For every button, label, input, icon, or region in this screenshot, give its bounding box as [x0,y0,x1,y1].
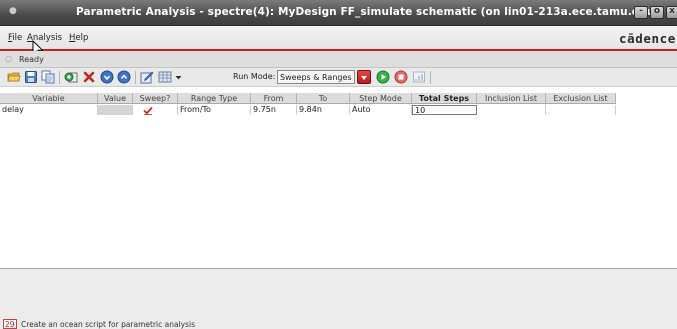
cell-sweep[interactable] [133,105,178,115]
run-mode-label: Run Mode: [233,72,276,81]
column-header-step-mode[interactable]: Step Mode [350,93,412,104]
nav-forward-icon[interactable] [117,70,131,84]
run-mode-select[interactable]: Sweeps & Ranges [277,70,355,84]
table-header: Variable Value Sweep? Range Type From To… [0,93,616,104]
run-mode-dropdown-button[interactable] [357,70,371,84]
parameter-table: Variable Value Sweep? Range Type From To… [0,93,677,268]
column-header-inclusion-list[interactable]: Inclusion List [477,93,546,104]
cell-step-mode[interactable]: Auto [350,105,412,115]
cell-value[interactable] [98,105,133,115]
toolbar-separator [59,71,60,84]
column-header-to[interactable]: To [297,93,350,104]
cell-variable[interactable]: delay [0,105,98,115]
table-row[interactable]: delay From/To 9.75n 9.84n Auto 10 [0,105,616,115]
open-folder-icon[interactable] [7,70,21,84]
menu-file[interactable]: File [8,33,22,43]
minimize-button[interactable]: - [634,6,648,19]
table-icon[interactable] [158,70,172,84]
add-variable-icon[interactable] [64,70,78,84]
delete-icon[interactable] [82,70,96,84]
maximize-button[interactable]: o [650,6,664,19]
cell-exclusion-list[interactable] [546,105,616,115]
column-header-range-type[interactable]: Range Type [178,93,251,104]
menu-help[interactable]: Help [69,33,88,43]
column-header-sweep[interactable]: Sweep? [133,93,178,104]
toolbar-separator [430,71,431,84]
save-icon[interactable] [24,70,38,84]
cadence-logo: cādence [619,31,676,46]
dropdown-icon[interactable] [174,70,183,84]
line-number-badge: 29 [3,319,17,329]
toolbar: Run Mode: Sweeps & Ranges [0,68,677,87]
status-indicator-icon: ○ [5,54,12,63]
footer-message: Create an ocean script for parametric an… [21,320,196,329]
footer-status-bar: 29 Create an ocean script for parametric… [0,314,677,329]
column-header-from[interactable]: From [251,93,297,104]
cell-total-steps[interactable]: 10 [412,105,477,115]
column-header-exclusion-list[interactable]: Exclusion List [546,93,616,104]
copy-icon[interactable] [41,70,55,84]
run-icon[interactable] [376,70,390,84]
status-text: Ready [19,55,44,64]
lower-pane [0,268,677,314]
cell-inclusion-list[interactable] [477,105,546,115]
column-header-value[interactable]: Value [98,93,133,104]
column-header-total-steps[interactable]: Total Steps [412,93,477,104]
column-header-variable[interactable]: Variable [0,93,98,104]
results-icon[interactable] [412,70,426,84]
menu-bar: File Analysis Help cādence [0,26,677,50]
toolbar-separator [135,71,136,84]
edit-icon[interactable] [140,70,154,84]
close-button[interactable]: x [666,6,677,19]
cell-from[interactable]: 9.75n [251,105,297,115]
title-bar: ● Parametric Analysis - spectre(4): MyDe… [0,0,677,26]
cell-range-type[interactable]: From/To [178,105,251,115]
window-title: Parametric Analysis - spectre(4): MyDesi… [76,6,660,18]
cell-to[interactable]: 9.84n [297,105,350,115]
stop-icon[interactable] [394,70,408,84]
status-strip: ○ Ready [0,51,677,68]
window-menu-icon[interactable]: ● [9,6,17,16]
sweep-checkbox-checked-icon[interactable] [143,106,153,115]
nav-back-icon[interactable] [100,70,114,84]
